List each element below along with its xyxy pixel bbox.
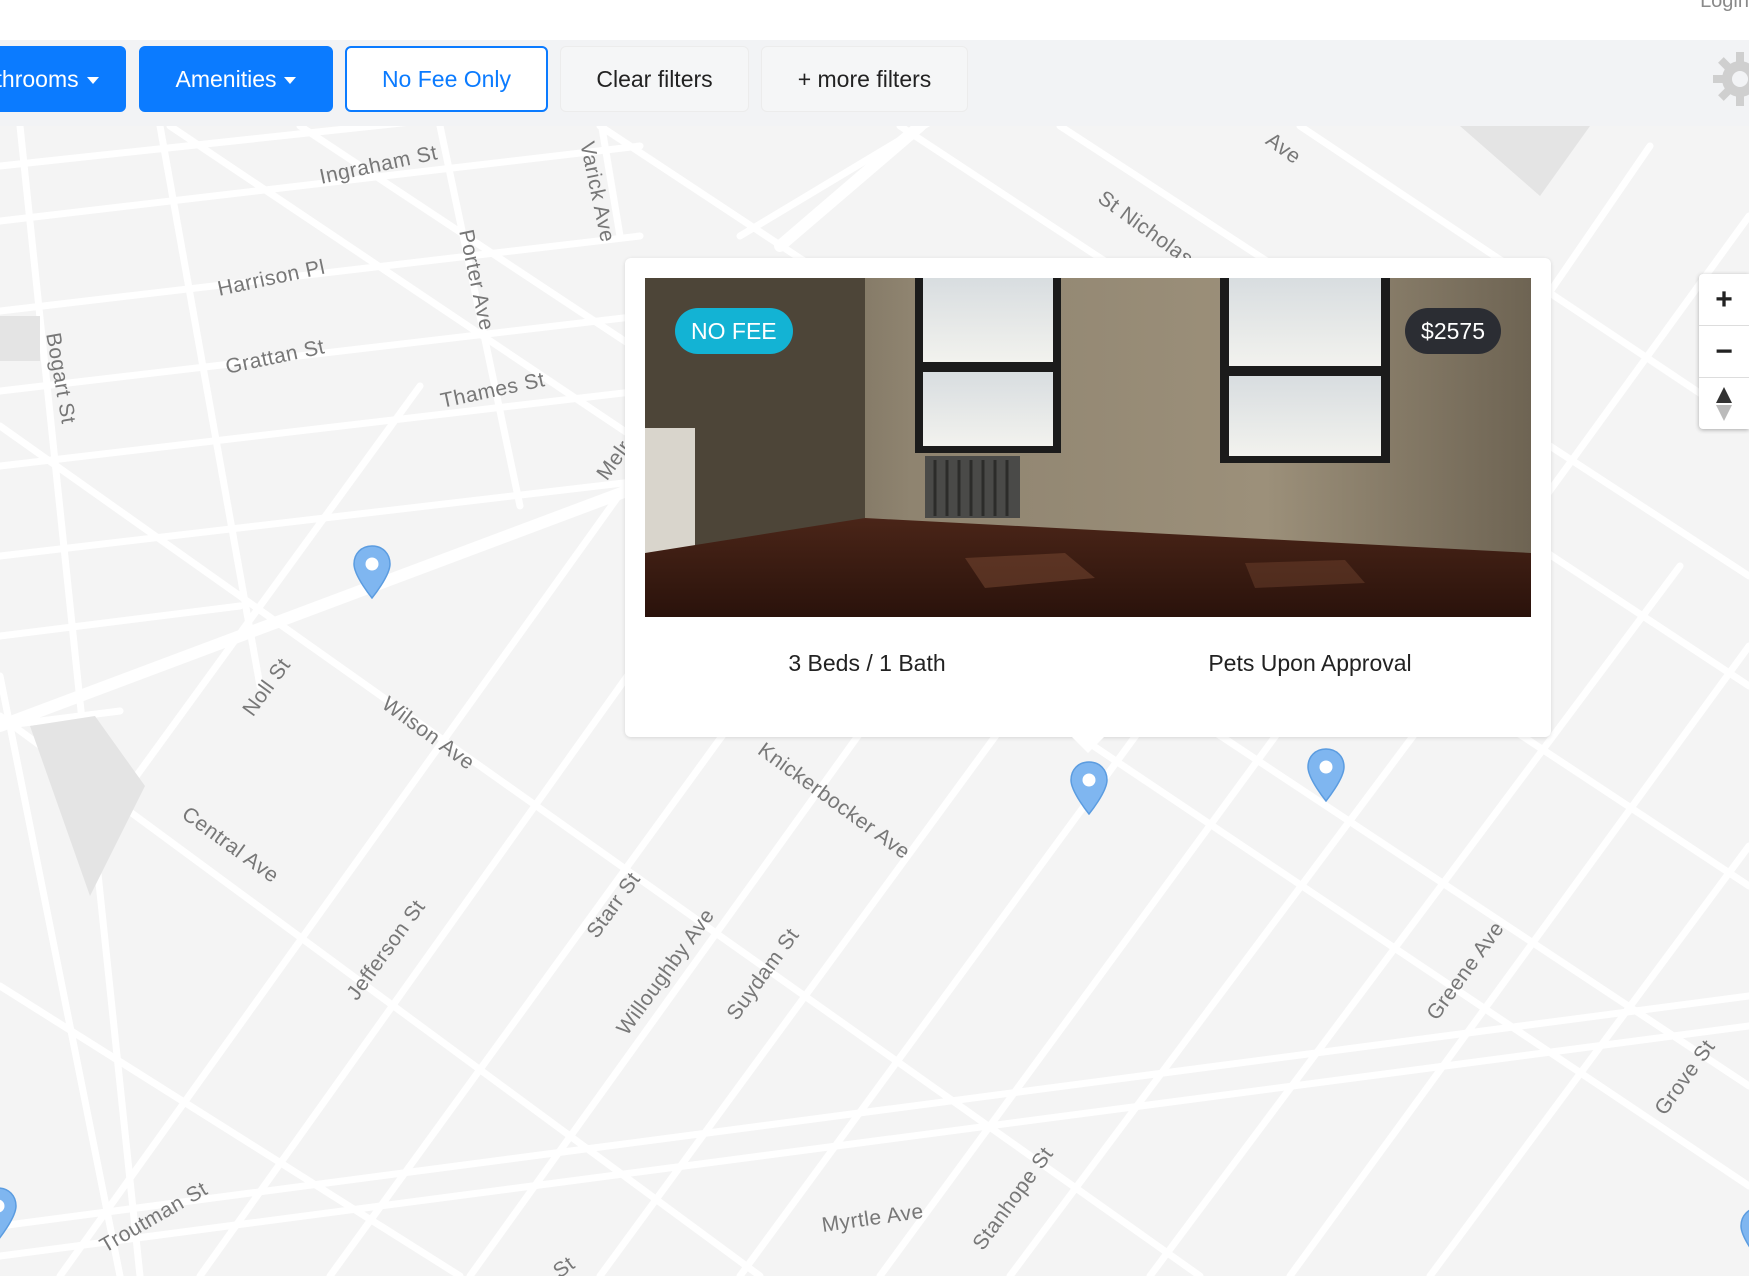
gear-icon[interactable] <box>1711 50 1749 108</box>
no-fee-only-button[interactable]: No Fee Only <box>345 46 548 112</box>
map-pin-icon[interactable] <box>0 1186 18 1242</box>
amenities-filter-button[interactable]: Amenities <box>139 46 333 112</box>
chevron-down-icon <box>86 76 99 84</box>
zoom-controls: + − <box>1699 274 1749 429</box>
clear-filters-button[interactable]: Clear filters <box>560 46 749 112</box>
zoom-in-button[interactable]: + <box>1699 274 1749 326</box>
bathrooms-filter-button[interactable]: Bathrooms <box>0 46 126 112</box>
map-pin-icon[interactable] <box>1739 1206 1749 1262</box>
popup-arrow <box>1072 737 1104 753</box>
price-badge: $2575 <box>1405 308 1501 354</box>
zoom-out-button[interactable]: − <box>1699 326 1749 378</box>
amenities-filter-label: Amenities <box>175 65 277 92</box>
listing-photo[interactable]: NO FEE $2575 <box>645 278 1531 617</box>
map-pin-icon[interactable] <box>1306 747 1346 803</box>
more-filters-button[interactable]: + more filters <box>761 46 968 112</box>
login-link[interactable]: Login <box>1700 0 1749 13</box>
beds-baths-text: 3 Beds / 1 Bath <box>788 650 946 676</box>
bathrooms-filter-label: Bathrooms <box>0 65 79 92</box>
no-fee-badge: NO FEE <box>675 308 793 354</box>
top-bar: Login <box>0 0 1749 40</box>
compass-icon <box>1716 386 1732 421</box>
listing-popup[interactable]: NO FEE $2575 3 Beds / 1 Bath Pets Upon A… <box>625 258 1551 753</box>
map-pin-icon[interactable] <box>352 544 392 600</box>
chevron-down-icon <box>284 76 297 84</box>
filter-bar: Bathrooms Amenities No Fee Only Clear fi… <box>0 40 1749 126</box>
pets-policy-text: Pets Upon Approval <box>1208 650 1412 676</box>
map-pin-icon[interactable] <box>1069 760 1109 816</box>
compass-button[interactable] <box>1699 378 1749 429</box>
